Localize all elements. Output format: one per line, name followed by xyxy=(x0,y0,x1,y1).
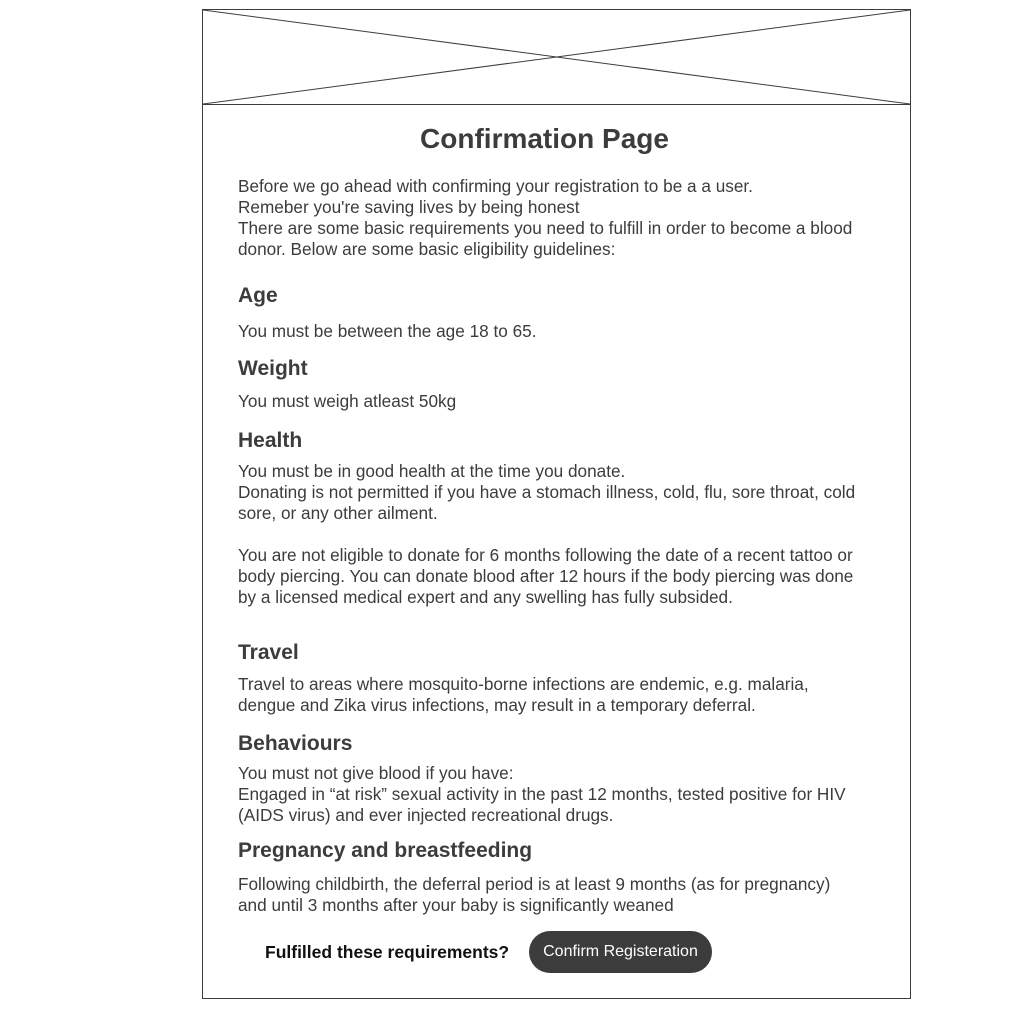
age-text: You must be between the age 18 to 65. xyxy=(238,321,537,341)
health-text-3: You are not eligible to donate for 6 mon… xyxy=(238,545,854,607)
health-text-2: Donating is not permitted if you have a … xyxy=(238,482,856,523)
intro-line-3: There are some basic requirements you ne… xyxy=(238,218,853,259)
health-text-1: You must be in good health at the time y… xyxy=(238,461,626,481)
health-text: You must be in good health at the time y… xyxy=(238,461,858,524)
page-title: Confirmation Page xyxy=(420,123,669,154)
intro-line-2: Remeber you're saving lives by being hon… xyxy=(238,197,580,217)
behaviours-text-1: You must not give blood if you have: xyxy=(238,763,514,783)
confirm-registration-button[interactable]: Confirm Registeration xyxy=(529,931,712,973)
behaviours-text-2: Engaged in “at risk” sexual activity in … xyxy=(238,784,846,825)
pregnancy-heading: Pregnancy and breastfeeding xyxy=(238,839,533,862)
behaviours-text: You must not give blood if you have: Eng… xyxy=(238,763,858,826)
image-placeholder-icon xyxy=(203,10,910,104)
confirmation-panel: Confirmation Page Before we go ahead wit… xyxy=(202,9,911,999)
pregnancy-text: Following childbirth, the deferral perio… xyxy=(238,874,831,915)
requirements-question: Fulfilled these requirements? xyxy=(265,942,510,962)
travel-text: Travel to areas where mosquito-borne inf… xyxy=(238,674,809,715)
weight-text: You must weigh atleast 50kg xyxy=(238,391,457,411)
travel-heading: Travel xyxy=(238,641,299,664)
intro-text: Before we go ahead with confirming your … xyxy=(238,176,858,260)
banner-image-placeholder xyxy=(203,10,910,105)
intro-line-1: Before we go ahead with confirming your … xyxy=(238,176,753,196)
health-heading: Health xyxy=(238,429,303,452)
weight-heading: Weight xyxy=(238,357,308,380)
behaviours-heading: Behaviours xyxy=(238,732,353,755)
age-heading: Age xyxy=(238,284,278,307)
